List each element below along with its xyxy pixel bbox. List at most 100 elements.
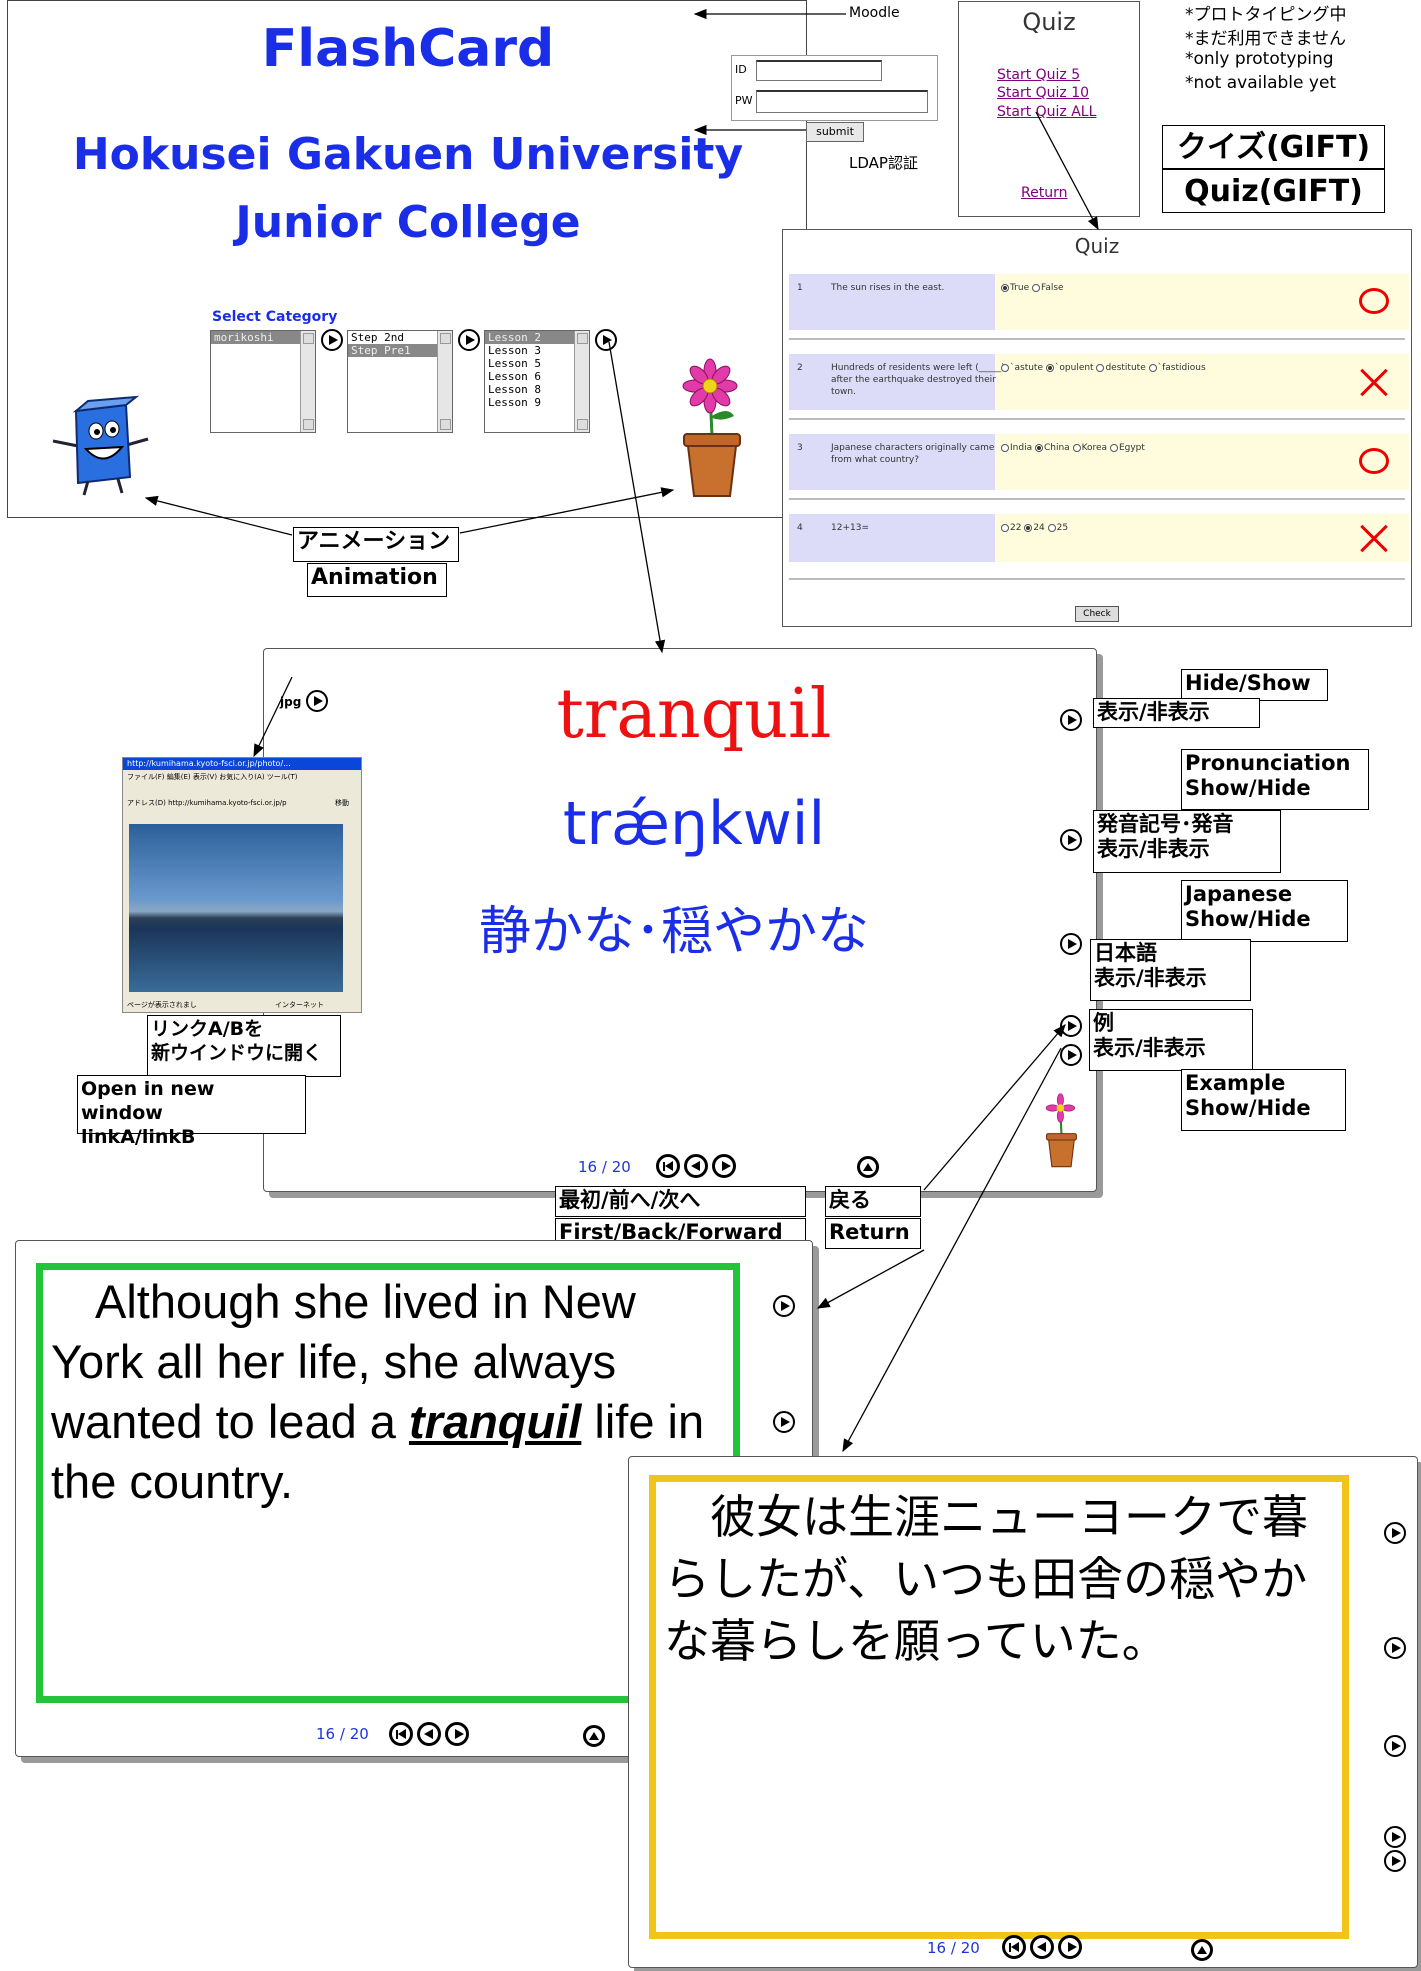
login-form: ID PW [731,55,938,121]
id-label: ID [735,63,747,76]
nav-label-jp: 最初/前へ/次へ [555,1186,806,1217]
back-button[interactable] [684,1154,708,1178]
radio-option[interactable] [1001,523,1009,532]
example-toggle-button[interactable] [1384,1522,1406,1544]
japanese-card-panel: 彼女は生涯ニューヨークで暮らしたが、いつも田舎の穏やかな暮らしを願っていた。 1… [628,1456,1418,1968]
example-toggle-button-3[interactable] [1384,1735,1406,1757]
example-jp-toggle-button[interactable] [1060,1044,1082,1066]
example-toggle-button-2[interactable] [1384,1637,1406,1659]
card-nav [1002,1935,1082,1959]
radio-option[interactable] [1096,363,1105,372]
example-toggle-button[interactable] [1060,1015,1082,1037]
japanese-sentence: 彼女は生涯ニューヨークで暮らしたが、いつも田舎の穏やかな暮らしを願っていた。 [664,1490,1308,1668]
browser-zone: インターネット [275,1001,324,1009]
example-toggle-button-4[interactable] [1384,1826,1406,1848]
scrollbar[interactable] [300,331,315,432]
pw-label: PW [735,94,753,107]
forward-button[interactable] [712,1154,736,1178]
card-counter: 16 / 20 [578,1158,631,1176]
quiz-return-link[interactable]: Return [1021,185,1067,201]
radio-option[interactable] [1045,363,1054,372]
japanese-text-box: 彼女は生涯ニューヨークで暮らしたが、いつも田舎の穏やかな暮らしを願っていた。 [649,1475,1349,1939]
radio-option[interactable] [1034,443,1043,452]
jpg-play-button[interactable] [306,690,328,712]
first-button[interactable] [656,1154,680,1178]
scrollbar[interactable] [437,331,452,432]
pronunciation-label-jp: 発音記号･発音 表示/非表示 [1093,810,1281,873]
forward-button[interactable] [445,1722,469,1746]
radio-option[interactable] [1148,363,1157,372]
moodle-label: Moodle [849,5,900,21]
quiz-panel-title: Quiz [1074,234,1120,258]
browser-status: ページが表示されまし [127,1001,197,1009]
wrong-mark-icon [1359,368,1389,398]
play-button[interactable] [458,329,480,351]
word-toggle-label-jp: 表示/非表示 [1093,698,1260,728]
radio-option[interactable] [1072,443,1081,452]
category-list-lesson[interactable]: Lesson 2 Lesson 3 Lesson 5 Lesson 6 Less… [484,330,590,433]
link-label-jp: リンクA/Bを 新ウインドウに開く [147,1015,341,1077]
select-category-label: Select Category [212,309,338,325]
divider [789,418,1405,420]
example-toggle-button-2[interactable] [773,1411,795,1433]
photo-image [129,824,343,992]
return-button[interactable] [583,1725,605,1747]
check-button[interactable]: Check [1075,606,1119,622]
quiz-question: 3 Japanese characters originally came fr… [789,434,1409,490]
japanese-toggle-button[interactable] [1060,933,1082,955]
first-button[interactable] [1002,1935,1026,1959]
word-toggle-button[interactable] [1060,709,1082,731]
radio-option[interactable] [1001,363,1009,372]
browser-menu: ファイル(F) 編集(E) 表示(V) お気に入り(A) ツール(T) [127,773,298,781]
ldap-label: LDAP認証 [849,154,918,172]
quiz-menu-title: Quiz [1022,8,1076,36]
id-input[interactable] [756,60,882,81]
radio-option[interactable] [1047,523,1056,532]
start-quiz-all-link[interactable]: Start Quiz ALL [997,104,1096,120]
example-toggle-button[interactable] [773,1295,795,1317]
flower-pot-icon [682,358,741,497]
radio-option[interactable] [1032,283,1040,292]
category-list-step[interactable]: Step 2nd Step Pre1 [347,330,453,433]
pw-input[interactable] [756,90,928,113]
return-button[interactable] [1191,1939,1213,1961]
submit-button[interactable]: submit [806,122,864,142]
example-toggle-button-5[interactable] [1384,1850,1406,1872]
flower-pot-icon [1045,1093,1077,1168]
return-button[interactable] [857,1156,879,1178]
category-list-teacher[interactable]: morikoshi [210,330,316,433]
pronunciation-toggle-button[interactable] [1060,829,1082,851]
start-quiz-5-link[interactable]: Start Quiz 5 [997,67,1080,83]
hide-show-label: Hide/Show [1181,669,1328,701]
proto-note-en-2: *not available yet [1185,73,1337,93]
flashcard-panel: jpg tranquil trǽŋkwil 静かな･穏やかな http://ku… [122,648,1097,1192]
scrollbar[interactable] [574,331,589,432]
correct-mark-icon [1359,288,1389,314]
return-label-en: Return [825,1218,921,1249]
radio-option[interactable] [1109,443,1118,452]
card-counter: 16 / 20 [316,1725,369,1743]
japanese-label-en: Japanese Show/Hide [1181,880,1348,942]
browser-go[interactable]: 移動 [335,798,349,808]
wrong-mark-icon [1359,524,1389,554]
radio-option[interactable] [1001,443,1009,452]
radio-option[interactable] [1024,523,1033,532]
link-label-en: Open in new window linkA/linkB [77,1075,306,1148]
radio-option[interactable] [1001,283,1009,292]
play-button[interactable] [321,329,343,351]
pronunciation-label-en: Pronunciation Show/Hide [1181,749,1369,810]
gift-label-jp: クイズ(GIFT) [1162,125,1385,169]
start-quiz-10-link[interactable]: Start Quiz 10 [997,85,1089,101]
proto-note-jp-2: *まだ利用できません [1185,29,1346,49]
college-name: Junior College [235,197,581,248]
back-button[interactable] [417,1722,441,1746]
back-button[interactable] [1030,1935,1054,1959]
return-label-jp: 戻る [825,1186,921,1217]
linked-browser-window[interactable]: http://kumihama.kyoto-fsci.or.jp/photo/.… [122,757,362,1013]
play-button[interactable] [595,329,617,351]
example-label-en: Example Show/Hide [1181,1069,1346,1131]
first-button[interactable] [389,1722,413,1746]
forward-button[interactable] [1058,1935,1082,1959]
example-keyword: tranquil [409,1395,582,1448]
card-nav [389,1722,469,1746]
